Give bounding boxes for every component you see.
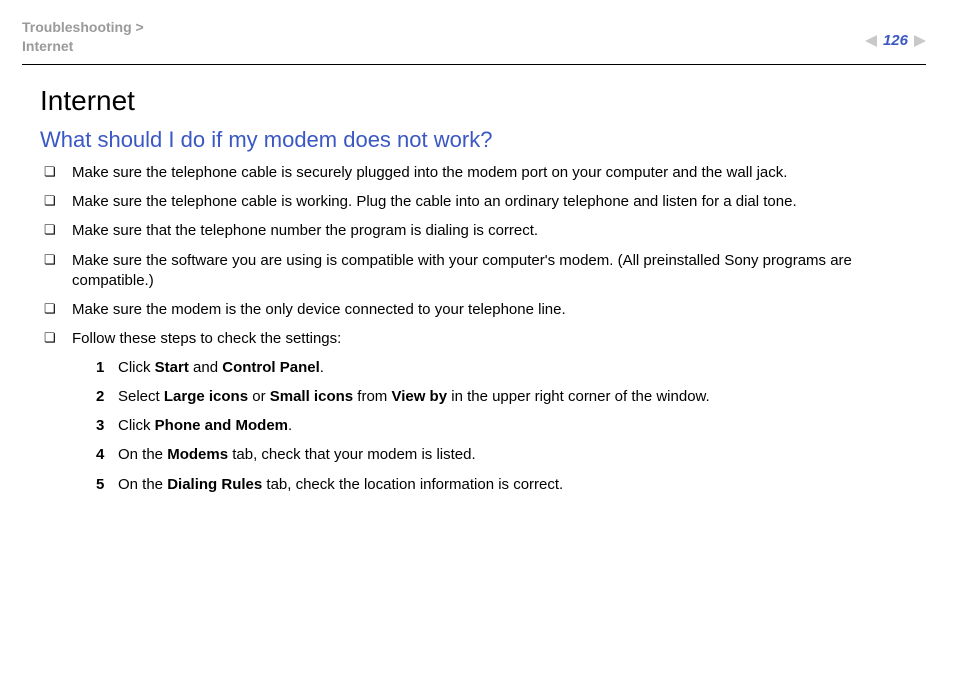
list-item: Make sure the telephone cable is working…: [40, 192, 912, 212]
next-page-arrow-icon[interactable]: [914, 35, 926, 47]
step-item: On the Modems tab, check that your modem…: [96, 445, 912, 465]
breadcrumb: Troubleshooting > Internet: [22, 18, 144, 56]
list-item: Make sure the software you are using is …: [40, 251, 912, 292]
step-item: On the Dialing Rules tab, check the loca…: [96, 475, 912, 495]
pager: 126: [865, 18, 926, 49]
step-item: Click Phone and Modem.: [96, 416, 912, 436]
question-heading: What should I do if my modem does not wo…: [40, 127, 912, 153]
page-content: Internet What should I do if my modem do…: [22, 65, 926, 495]
list-item-text: Follow these steps to check the settings…: [72, 330, 341, 347]
prev-page-arrow-icon[interactable]: [865, 35, 877, 47]
list-item: Make sure the modem is the only device c…: [40, 300, 912, 320]
list-item: Follow these steps to check the settings…: [40, 329, 912, 495]
breadcrumb-parent[interactable]: Troubleshooting >: [22, 18, 144, 37]
section-title: Internet: [40, 85, 912, 117]
page-number: 126: [883, 32, 908, 49]
list-item: Make sure that the telephone number the …: [40, 221, 912, 241]
page-header: Troubleshooting > Internet 126: [22, 18, 926, 56]
steps-list: Click Start and Control Panel. Select La…: [72, 358, 912, 495]
step-item: Click Start and Control Panel.: [96, 358, 912, 378]
breadcrumb-current: Internet: [22, 37, 144, 56]
step-item: Select Large icons or Small icons from V…: [96, 387, 912, 407]
bullet-list: Make sure the telephone cable is securel…: [40, 163, 912, 495]
list-item: Make sure the telephone cable is securel…: [40, 163, 912, 183]
